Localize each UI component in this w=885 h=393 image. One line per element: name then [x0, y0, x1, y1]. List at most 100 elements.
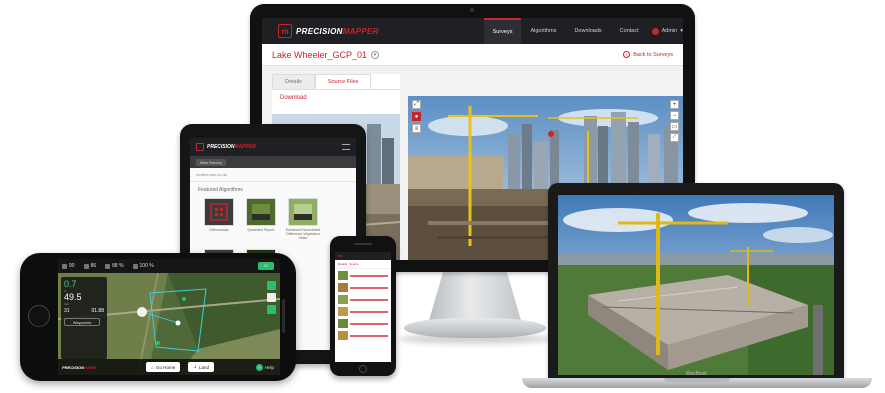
expand-icon[interactable]: ⤢ — [412, 100, 421, 109]
drone-status-bar: 90 86 88 % 100 % ▭ — [58, 259, 280, 273]
camera-icon[interactable] — [267, 293, 276, 302]
phone-speaker — [354, 243, 372, 245]
back-arrow-icon: ‹ — [623, 51, 631, 58]
thumbnail — [338, 283, 348, 292]
land-button[interactable]: ⇣ Land — [188, 362, 215, 372]
top-navbar: m PRECISIONMAPPER Surveys Algorithms Dow… — [262, 18, 683, 44]
download-heading[interactable]: Download — [280, 95, 392, 101]
tab-details[interactable]: Details — [272, 74, 315, 89]
logo-mark-icon — [196, 143, 204, 151]
thumbnail — [338, 319, 348, 328]
phone-speaker — [282, 299, 285, 333]
list-item[interactable] — [338, 307, 388, 316]
home-button[interactable] — [359, 365, 367, 373]
list-item[interactable] — [338, 271, 388, 280]
list-item-line — [350, 274, 388, 277]
monitor-camera — [470, 8, 474, 12]
aerial-construction-photo — [558, 195, 834, 375]
app-brand: PRECISIONHAWK — [62, 364, 97, 370]
algorithm-card-orthomosaic[interactable]: Orthomosaic — [204, 198, 234, 241]
list-item-line — [350, 298, 388, 301]
measure-icon[interactable]: ▭ — [670, 122, 679, 131]
ruler-icon[interactable]: ⟋ — [670, 133, 679, 142]
list-item[interactable] — [338, 319, 388, 328]
laptop-brand-label: MacBook — [686, 371, 707, 377]
mobile-tab-source[interactable]: Source — [349, 262, 359, 266]
new-survey-button[interactable]: New Survey — [196, 158, 226, 166]
featured-algorithms-heading: Featured Algorithms — [198, 187, 243, 193]
brand-logo[interactable]: m PRECISIONMAPPER — [278, 24, 470, 38]
list-item[interactable] — [338, 295, 388, 304]
landscape-phone: 90 86 88 % 100 % ▭ 0.7 m 49.5 m/s 31 01.… — [20, 253, 296, 381]
quadview-icon — [246, 198, 276, 226]
distance-left: 31 — [64, 308, 70, 314]
takeoff-icon[interactable] — [267, 281, 276, 290]
wifi-icon — [132, 263, 138, 269]
list-item-line — [350, 334, 388, 337]
survey-header: Lake Wheeler_GCP_01 ▾ ‹ Back to Surveys — [262, 44, 683, 66]
zoom-in-icon[interactable]: + — [670, 100, 679, 109]
home-button[interactable] — [28, 305, 50, 327]
nav-algorithms[interactable]: Algorithms — [521, 18, 565, 44]
map-zoom-controls: + − ▭ ⟋ — [670, 100, 679, 142]
marker-tool-icon[interactable]: ● — [412, 112, 421, 121]
drone-icon — [62, 263, 67, 269]
thumbnail — [338, 307, 348, 316]
map-toolbar: ⤢ ● ≡ — [412, 100, 421, 133]
thumbnail — [338, 271, 348, 280]
speed-unit: m/s — [64, 302, 69, 306]
camera-toggle-button[interactable]: ▭ — [258, 262, 274, 270]
help-icon: ? — [255, 363, 263, 371]
user-icon — [651, 27, 659, 35]
laptop-screen — [558, 195, 834, 375]
nav-surveys[interactable]: Surveys — [483, 18, 522, 44]
ndvi-icon — [288, 198, 318, 226]
page-title: Lake Wheeler_GCP_01 — [272, 49, 368, 60]
settings-icon[interactable] — [267, 305, 276, 314]
brand-wordmark: PRECISIONMAPPER — [296, 26, 379, 36]
tab-source-files[interactable]: Source Files — [314, 74, 372, 89]
user-label: Admin — [661, 28, 678, 34]
battery-icon — [105, 263, 111, 269]
laptop-notch — [664, 378, 730, 382]
user-menu[interactable]: Admin ▾ — [651, 27, 683, 35]
smartphone: PM Details Source — [330, 236, 396, 376]
mobile-tab-details[interactable]: Details — [338, 262, 347, 266]
tablet-url-text: redbird.ebc.co.uk — [190, 168, 356, 182]
help-button[interactable]: ? Help — [255, 363, 274, 371]
nav-downloads[interactable]: Downloads — [565, 18, 610, 44]
device-mockup-stage: m PRECISIONMAPPER Surveys Algorithms Dow… — [0, 0, 885, 393]
list-item[interactable] — [338, 283, 388, 292]
go-home-button[interactable]: ⌂ Go Home — [146, 362, 181, 372]
speed-value: 49.5 — [64, 292, 82, 302]
tablet-subbar: New Survey — [190, 156, 356, 168]
layers-icon[interactable]: ≡ — [412, 124, 421, 133]
smartphone-screen: PM Details Source — [335, 252, 391, 362]
list-item-line — [350, 322, 388, 325]
list-item[interactable] — [338, 331, 388, 340]
logo-mark-icon: m — [278, 24, 292, 38]
thumbnail — [338, 331, 348, 340]
algorithm-card-quadview[interactable]: Quadview Report — [246, 198, 276, 241]
drone-app-screen: 90 86 88 % 100 % ▭ 0.7 m 49.5 m/s 31 01.… — [58, 259, 280, 375]
thumbnail — [338, 295, 348, 304]
zoom-out-icon[interactable]: − — [670, 111, 679, 120]
tablet-brand-wordmark[interactable]: PRECISIONMAPPER — [207, 144, 256, 150]
title-dropdown-icon[interactable]: ▾ — [371, 50, 380, 59]
laptop — [548, 183, 844, 379]
status-wifi: 100 % — [132, 263, 154, 269]
mobile-survey-list — [335, 269, 391, 342]
sidebar-tabs: Details Source Files — [272, 74, 400, 90]
monitor-stand-neck — [428, 272, 522, 324]
nav-contact[interactable]: Contact — [611, 18, 648, 44]
hamburger-menu-icon[interactable] — [342, 144, 350, 150]
altitude-value: 0.7 — [64, 279, 77, 289]
algorithm-label: Orthomosaic — [209, 228, 229, 232]
mobile-tabs: Details Source — [335, 260, 391, 269]
status-battery: 88 % — [105, 263, 124, 269]
algorithm-card-ndvi[interactable]: Enhanced Normalized Difference Vegetatio… — [286, 198, 320, 241]
waypoints-button[interactable]: Waypoints — [64, 318, 100, 326]
back-link-label: Back to Surveys — [633, 51, 673, 58]
status-signal: 86 — [83, 263, 96, 269]
back-to-surveys-link[interactable]: ‹ Back to Surveys — [623, 51, 673, 58]
